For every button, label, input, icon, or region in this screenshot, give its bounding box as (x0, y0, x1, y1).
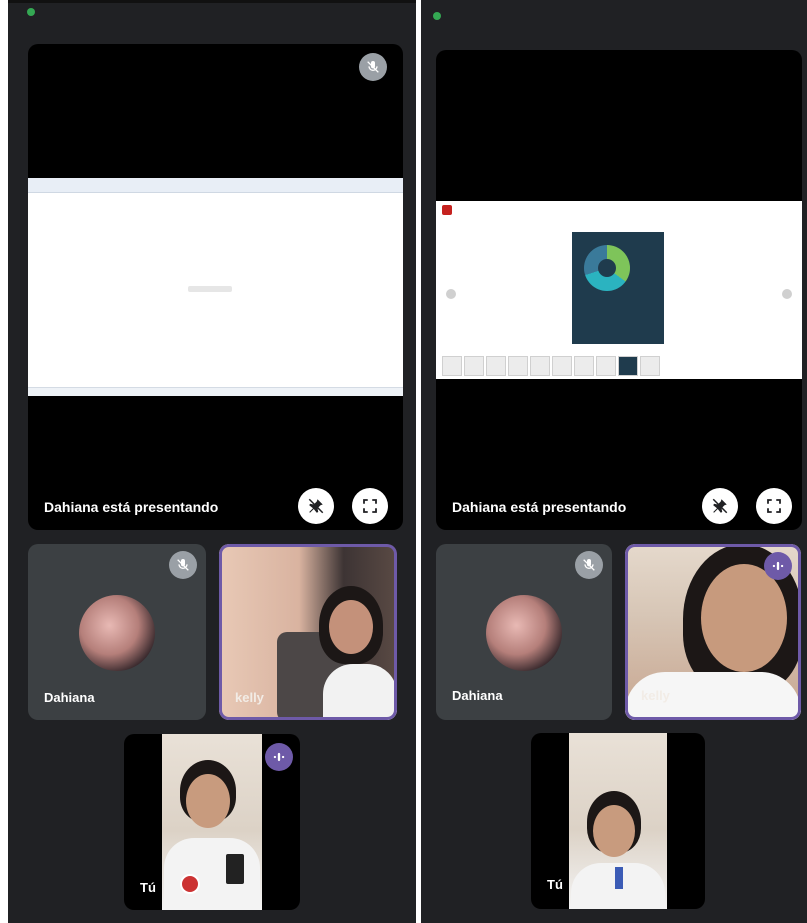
unpin-button[interactable] (702, 488, 738, 524)
participant-tile-dahiana[interactable]: Dahiana (28, 544, 206, 720)
presentation-label: Dahiana está presentando (452, 499, 627, 515)
fullscreen-icon (767, 499, 781, 513)
participant-name: Tú (140, 880, 156, 895)
presentation-tile[interactable]: Dahiana está presentando (28, 44, 403, 530)
top-divider (8, 0, 416, 3)
audio-level-icon (265, 743, 293, 771)
self-video (162, 734, 262, 910)
status-dot-icon (433, 12, 441, 20)
participant-tile-self[interactable]: Tú (124, 734, 300, 910)
participant-name: Dahiana (452, 688, 503, 703)
fullscreen-button[interactable] (756, 488, 792, 524)
presentation-tile[interactable]: Dahiana está presentando (436, 50, 802, 530)
pin-off-icon (712, 498, 728, 514)
participant-name: Dahiana (44, 690, 95, 705)
fullscreen-icon (363, 499, 377, 513)
participant-tile-dahiana[interactable]: Dahiana (436, 544, 612, 720)
pin-off-icon (308, 498, 324, 514)
audio-level-icon (764, 552, 792, 580)
participant-tile-kelly[interactable]: kelly (219, 544, 397, 720)
mic-off-icon (359, 53, 387, 81)
participant-name: kelly (641, 688, 670, 703)
unpin-button[interactable] (298, 488, 334, 524)
fullscreen-button[interactable] (352, 488, 388, 524)
avatar (486, 595, 562, 671)
shared-screen (436, 201, 802, 379)
meet-panel-right: Dahiana está presentando Dahiana kelly T… (421, 0, 807, 923)
shared-screen (28, 178, 403, 396)
participant-name: kelly (235, 690, 264, 705)
mic-off-icon (169, 551, 197, 579)
participant-name: Tú (547, 877, 563, 892)
status-dot-icon (27, 8, 35, 16)
avatar (79, 595, 155, 671)
meet-panel-left: Dahiana está presentando Dahiana kelly T… (8, 0, 416, 923)
presentation-label: Dahiana está presentando (44, 499, 219, 515)
participant-tile-self[interactable]: Tú (531, 733, 705, 909)
participant-tile-kelly[interactable]: kelly (625, 544, 801, 720)
mic-off-icon (575, 551, 603, 579)
self-video (569, 733, 667, 909)
